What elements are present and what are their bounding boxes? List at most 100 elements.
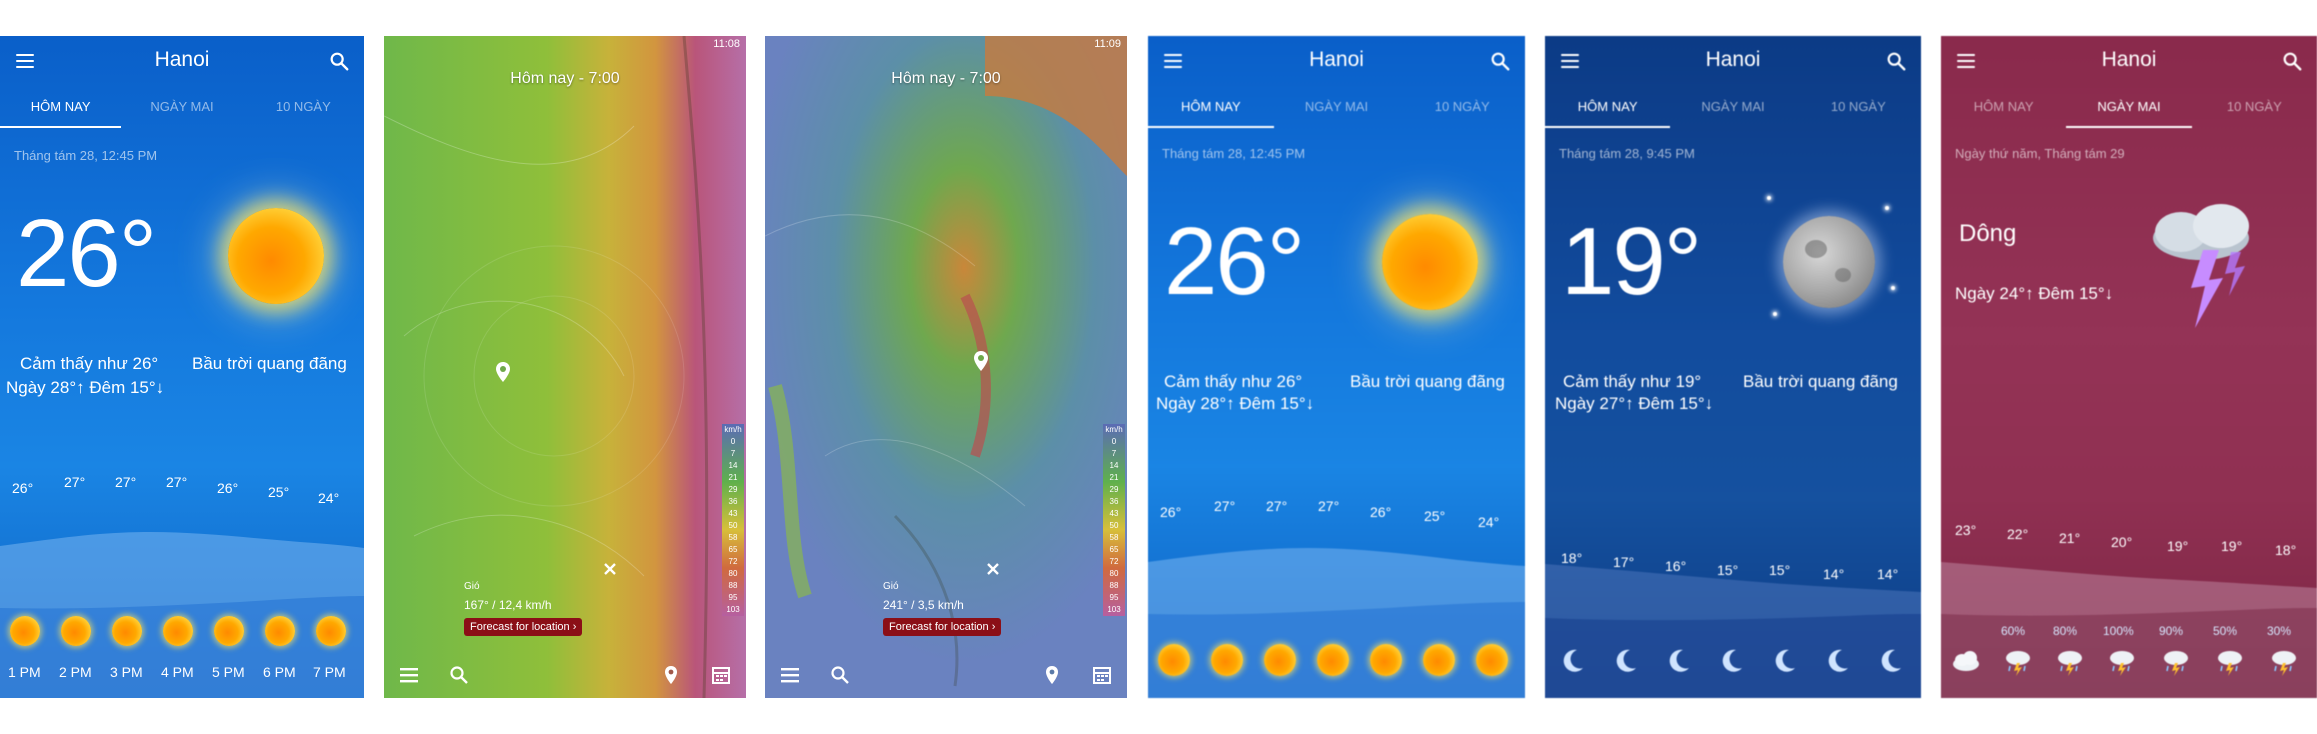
legend-value: 65: [728, 545, 738, 554]
crescent-moon-icon: [1616, 649, 1636, 672]
sky-description: Bầu trời quang đãng: [1350, 372, 1505, 391]
tab-10-days[interactable]: 10 NGÀY: [1796, 86, 1921, 128]
hourly-temp: 26°: [1370, 504, 1392, 520]
search-icon[interactable]: [1489, 50, 1511, 72]
wind-map[interactable]: [384, 36, 746, 698]
sky-description: Bầu trời quang đãng: [192, 354, 347, 373]
hourly-temp: 22°: [2007, 526, 2029, 542]
tab-tomorrow[interactable]: NGÀY MAI: [1274, 86, 1400, 128]
legend-value: 7: [1111, 449, 1117, 458]
legend-value: 103: [1107, 605, 1121, 614]
tab-10-days[interactable]: 10 NGÀY: [2192, 86, 2317, 128]
weather-screen-night: Hanoi HÔM NAY NGÀY MAI 10 NGÀY Tháng tám…: [1545, 36, 1921, 698]
tab-today[interactable]: HÔM NAY: [1941, 86, 2066, 128]
city-title: Hanoi: [1705, 48, 1761, 71]
hour-label: 5 PM: [212, 664, 245, 680]
city-title: Hanoi: [2101, 48, 2157, 71]
forecast-for-location-button[interactable]: Forecast for location ›: [464, 618, 583, 636]
rain-thunder-icon: [2218, 651, 2242, 676]
feels-like: Cảm thấy như 26°: [20, 354, 159, 373]
legend-value: 50: [728, 521, 738, 530]
star-icon: [1891, 286, 1895, 290]
location-pin-icon[interactable]: [496, 362, 510, 382]
map-bottom-bar: [765, 650, 1127, 698]
tab-today[interactable]: HÔM NAY: [1148, 86, 1274, 128]
search-icon[interactable]: [448, 664, 470, 686]
search-icon[interactable]: [2281, 50, 2303, 72]
rain-thunder-icon: [2110, 651, 2134, 676]
condition-text: Dông: [1959, 220, 2017, 247]
hourly-temp: 18°: [1561, 550, 1583, 566]
wind-value: 167° / 12,4 km/h: [464, 598, 552, 612]
legend-value: 36: [1109, 497, 1119, 506]
location-pin-icon[interactable]: [1041, 664, 1063, 686]
tab-tomorrow[interactable]: NGÀY MAI: [2066, 86, 2192, 128]
date-time: Tháng tám 28, 12:45 PM: [14, 148, 158, 163]
legend-value: 88: [1109, 581, 1119, 590]
tab-tomorrow[interactable]: NGÀY MAI: [1670, 86, 1795, 128]
calendar-icon[interactable]: [710, 664, 732, 686]
hourly-temp: 19°: [2167, 538, 2189, 554]
partly-cloudy-icon: [1317, 644, 1349, 676]
legend-value: 72: [1109, 557, 1119, 566]
legend-value: 14: [728, 461, 738, 470]
close-icon[interactable]: [985, 561, 1001, 577]
search-icon[interactable]: [829, 664, 851, 686]
menu-icon[interactable]: [398, 664, 420, 686]
tab-10-days[interactable]: 10 NGÀY: [1399, 86, 1525, 128]
map-time-title: Hôm nay - 7:00: [891, 70, 1001, 87]
tab-tomorrow[interactable]: NGÀY MAI: [121, 86, 242, 128]
hourly-temp: 17°: [1613, 554, 1635, 570]
current-temperature: 26°: [1164, 208, 1305, 315]
calendar-icon[interactable]: [1091, 664, 1113, 686]
thunderstorm-icon: [2153, 204, 2249, 328]
legend-value: 103: [726, 605, 740, 614]
status-bar: 11:09: [765, 36, 1127, 54]
precip-chance: 30%: [2267, 624, 2292, 638]
sun-icon: [1211, 644, 1243, 676]
location-pin-icon[interactable]: [974, 351, 988, 371]
tab-10-days[interactable]: 10 NGÀY: [243, 86, 364, 128]
crescent-moon-cloud-icon: [1669, 649, 1689, 672]
partly-cloudy-icon: [1264, 644, 1296, 676]
precip-chance: 60%: [2001, 624, 2026, 638]
crescent-moon-icon: [1828, 649, 1848, 672]
star-icon: [1767, 196, 1771, 200]
map-bottom-bar: [384, 650, 746, 698]
top-bar: Hanoi: [0, 36, 364, 86]
legend-value: 58: [1109, 533, 1119, 542]
hourly-temp: 26°: [12, 480, 34, 496]
forecast-for-location-button[interactable]: Forecast for location ›: [883, 618, 1002, 636]
hourly-temp: 27°: [1266, 498, 1288, 514]
hourly-temp: 27°: [1214, 498, 1236, 514]
hourly-temp: 25°: [1424, 508, 1446, 524]
sun-icon: [10, 616, 40, 646]
legend-value: 29: [1109, 485, 1119, 494]
tab-today[interactable]: HÔM NAY: [0, 86, 122, 128]
sun-icon: [1476, 644, 1508, 676]
legend-value: 0: [1111, 437, 1117, 446]
hourly-temp: 15°: [1769, 562, 1791, 578]
location-pin-icon[interactable]: [660, 664, 682, 686]
hourly-temp: 15°: [1717, 562, 1739, 578]
tab-today[interactable]: HÔM NAY: [1545, 86, 1671, 128]
precip-chance: 100%: [2103, 624, 2134, 638]
crescent-moon-icon: [1563, 649, 1583, 672]
legend-value: 14: [1109, 461, 1119, 470]
wind-value: 241° / 3,5 km/h: [883, 598, 964, 612]
hourly-temp: 27°: [64, 474, 86, 490]
top-bar: Hanoi: [1545, 36, 1921, 86]
close-icon[interactable]: [602, 561, 618, 577]
date-time: Ngày thứ năm, Tháng tám 29: [1955, 146, 2125, 161]
tab-bar: HÔM NAY NGÀY MAI 10 NGÀY: [0, 86, 364, 128]
legend-value: 43: [728, 509, 738, 518]
menu-icon[interactable]: [779, 664, 801, 686]
search-icon[interactable]: [1885, 50, 1907, 72]
date-time: Tháng tám 28, 12:45 PM: [1162, 146, 1306, 161]
legend-value: 65: [1109, 545, 1119, 554]
legend-value: 58: [728, 533, 738, 542]
hourly-temp: 27°: [166, 474, 188, 490]
search-icon[interactable]: [328, 50, 350, 72]
forecast-button-label: Forecast for location: [470, 621, 570, 633]
legend-value: 36: [728, 497, 738, 506]
